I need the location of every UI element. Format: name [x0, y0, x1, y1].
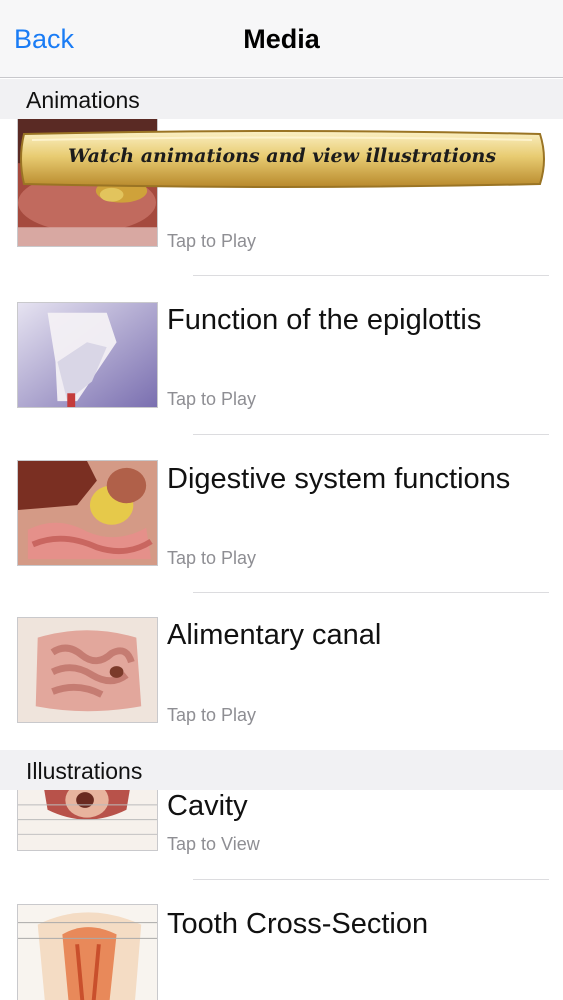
- item-subtitle: Tap to Play: [167, 548, 257, 568]
- item-title: Tooth Cross-Section: [167, 908, 429, 940]
- row-separator: [193, 275, 549, 276]
- item-subtitle: Tap to View: [167, 834, 260, 854]
- thumbnail-image: [17, 460, 158, 566]
- row-separator: [193, 592, 549, 593]
- item-subtitle: Tap to Play: [167, 389, 257, 409]
- thumbnail-image: [17, 904, 158, 1000]
- section-header-illustrations: Illustrations: [0, 750, 563, 790]
- item-subtitle: Tap to Play: [167, 231, 257, 251]
- item-title: Function of the epiglottis: [167, 304, 482, 336]
- page-title: Media: [243, 24, 320, 54]
- list-item[interactable]: Function of the epiglottis Tap to Play: [0, 282, 563, 434]
- list-item[interactable]: Digestive system functions Tap to Play: [0, 441, 563, 593]
- row-separator: [193, 434, 549, 435]
- item-title: Digestive system functions: [167, 463, 511, 495]
- item-title: Alimentary canal: [167, 619, 382, 651]
- item-subtitle: Tap to Play: [167, 705, 257, 725]
- section-header-label: Animations: [26, 87, 140, 113]
- item-title: Cavity: [167, 790, 248, 822]
- list-item[interactable]: Tooth Cross-Section: [0, 886, 563, 1000]
- row-separator: [193, 879, 549, 880]
- list-item[interactable]: Alimentary canal Tap to Play: [0, 599, 563, 750]
- thumbnail-image: [17, 302, 158, 408]
- navigation-bar: Back Media: [0, 0, 563, 78]
- section-header-label: Illustrations: [26, 758, 143, 784]
- list-item[interactable]: Cavity Tap to View: [0, 790, 563, 879]
- banner-text: Watch animations and view illustrations: [67, 145, 497, 167]
- thumbnail-image: [17, 617, 158, 723]
- section-header-animations: Animations: [0, 79, 563, 119]
- promo-banner: Watch animations and view illustrations: [18, 128, 546, 190]
- thumbnail-image: [17, 790, 158, 851]
